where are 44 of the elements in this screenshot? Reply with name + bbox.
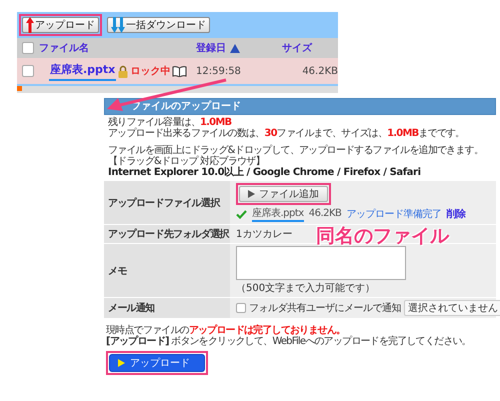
add-file-button[interactable]: ファイル追加 [239,186,328,202]
open-book-icon [172,66,188,76]
play-icon [118,359,125,367]
memo-field[interactable] [236,246,406,280]
column-header[interactable]: サイズ [282,41,312,55]
supported-browsers: Internet Explorer 10.0以上 / Google Chrome / Firefox / Safari [108,167,422,178]
callout-text: 同名のファイル [316,224,449,249]
drag-drop-text: ファイルを画面上にドラッグ&ドロップして、アップロードするファイルを追加できます。 [108,145,484,156]
file-size: 46.2KB [301,66,338,76]
file-row[interactable]: 座席表.pptx ロック中 12:59:58 46.2KB [17,58,338,84]
up-arrow-icon [26,17,34,33]
notify-label: フォルダ共有ユーザにメールで通知 [249,302,401,315]
upload-button[interactable]: アップロード [22,17,99,33]
folder-value: 1カツカレー [236,229,292,240]
limit-text: 残りファイル容量は、1.0MB [108,117,232,128]
row-checkbox[interactable] [22,65,34,77]
select-all-checkbox[interactable] [22,42,34,54]
field-label: アップロードファイル選択 [104,181,230,224]
file-name-link[interactable]: 座席表.pptx [49,62,116,80]
delete-link[interactable]: 削除 [446,207,466,221]
column-header[interactable]: 登録日 [196,41,226,55]
down-arrows-icon [111,17,125,33]
file-name: 座席表.pptx [252,206,304,222]
padlock-icon [118,64,128,78]
notice-text: 現時点でファイルのアップロードは完了しておりません。 [106,325,346,336]
field-label: メモ [104,244,230,297]
registered-time: 12:59:58 [196,66,242,76]
play-icon [248,190,255,198]
notify-checkbox[interactable] [236,303,246,313]
upload-ready-status: アップロード準備完了 [346,208,442,221]
limit-text: アップロード出来るファイルの数は、30ファイルまで、サイズは、1.0MBまでです。 [108,128,466,139]
upload-button[interactable]: アップロード [109,354,205,372]
field-label: アップロード先フォルダ選択 [104,225,230,243]
bulk-download-button[interactable]: 一括ダウンロード [107,17,210,33]
instruction-text: [アップロード] ボタンをクリックして、WebFileへのアップロードを完了してください。 [106,336,472,347]
file-size: 46.2KB [308,208,342,220]
field-label: メール通知 [104,298,230,318]
user-select-button[interactable]: 選択されていません [404,300,500,316]
status-marker [17,86,22,91]
lock-status: ロック中 [130,64,170,78]
memo-hint: （500文字まで入力可能です） [236,282,376,295]
drag-drop-text: 【ドラッグ&ドロップ 対応ブラウザ】 [108,156,266,167]
check-icon [236,210,247,218]
column-header[interactable]: ファイル名 [39,41,89,55]
